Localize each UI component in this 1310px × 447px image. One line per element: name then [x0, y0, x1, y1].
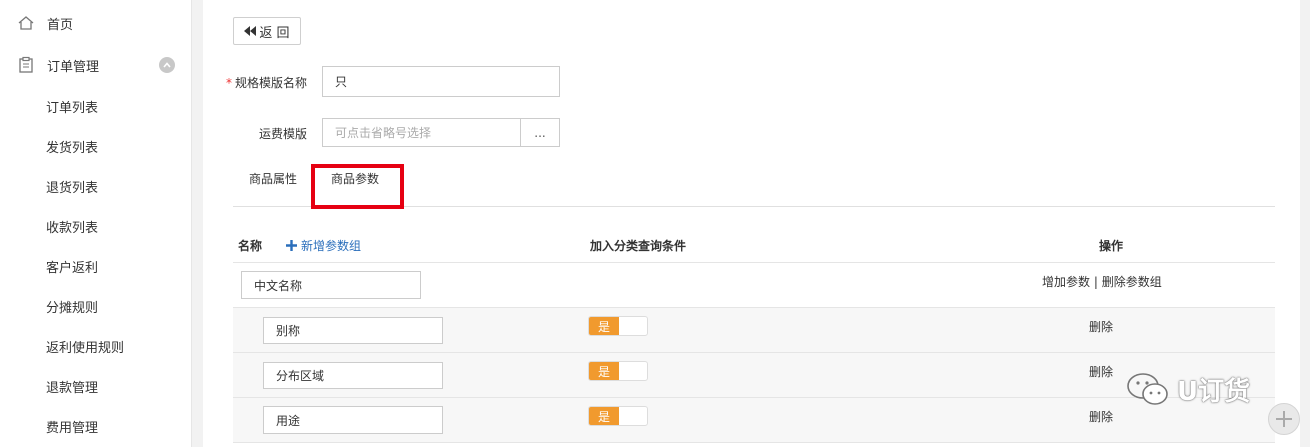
- param-name-input[interactable]: 分布区域: [263, 362, 443, 389]
- shipping-template-picker-button[interactable]: ...: [520, 118, 560, 147]
- row-divider: [233, 442, 1275, 443]
- add-param-group-button[interactable]: 新增参数组: [286, 237, 361, 254]
- chevron-up-icon[interactable]: [159, 57, 175, 73]
- floating-plus-button[interactable]: [1268, 403, 1300, 435]
- sidebar-sub-item[interactable]: 收款列表: [46, 217, 98, 236]
- query-condition-toggle[interactable]: 是: [588, 361, 648, 381]
- sidebar-item-label: 首页: [47, 17, 74, 33]
- spec-template-name-input[interactable]: 只: [322, 66, 560, 97]
- home-icon: [18, 16, 34, 30]
- sidebar: 首页 订单管理 订单列表 发货列表 退货列表 收款列表 客户返利 分摊规则 返利…: [0, 0, 192, 447]
- sidebar-item-home[interactable]: 首页: [0, 3, 191, 43]
- sidebar-sub-item[interactable]: 发货列表: [46, 137, 98, 156]
- spec-template-name-label: * 规格模版名称: [226, 76, 308, 90]
- sidebar-item-label: 订单管理: [47, 59, 100, 75]
- sidebar-item-order-mgmt[interactable]: 订单管理: [0, 45, 191, 85]
- plus-icon: [286, 240, 297, 251]
- watermark: U订货: [1125, 370, 1250, 408]
- sidebar-sub-item[interactable]: 费用管理: [46, 417, 98, 436]
- plus-circle-icon: [1276, 411, 1292, 427]
- delete-group-link[interactable]: 删除参数组: [1102, 275, 1162, 289]
- param-name-input[interactable]: 别称: [263, 317, 443, 344]
- clipboard-icon: [19, 56, 33, 73]
- watermark-text: U订货: [1177, 376, 1251, 407]
- delete-param-link[interactable]: 删除: [1089, 318, 1113, 335]
- query-condition-toggle[interactable]: 是: [588, 316, 648, 336]
- sidebar-sub-item[interactable]: 返利使用规则: [46, 337, 124, 356]
- sidebar-sub-item[interactable]: 订单列表: [46, 97, 98, 116]
- col-header-query-condition: 加入分类查询条件: [590, 239, 687, 253]
- group-operations: 增加参数 | 删除参数组: [1042, 275, 1162, 289]
- sidebar-sub-item[interactable]: 分摊规则: [46, 297, 98, 316]
- query-condition-toggle[interactable]: 是: [588, 406, 648, 426]
- col-header-name: 名称: [238, 239, 263, 253]
- col-header-operations: 操作: [1099, 239, 1124, 253]
- wechat-icon: [1127, 373, 1168, 405]
- shipping-template-label: 运费模版: [259, 127, 308, 141]
- back-button-label: 返 回: [259, 25, 290, 41]
- param-name-input[interactable]: 用途: [263, 406, 443, 434]
- tab-product-attributes[interactable]: 商品属性: [249, 170, 297, 187]
- group-name-input[interactable]: 中文名称: [241, 271, 421, 299]
- required-mark: *: [226, 76, 232, 90]
- highlight-box: [311, 164, 404, 209]
- add-param-link[interactable]: 增加参数: [1042, 275, 1090, 289]
- back-button[interactable]: 返 回: [233, 17, 301, 45]
- row-divider: [233, 262, 1275, 263]
- double-left-arrow-icon: [244, 26, 257, 36]
- scrollbar[interactable]: [1302, 0, 1310, 447]
- sidebar-sub-item[interactable]: 退货列表: [46, 177, 98, 196]
- sidebar-sub-item[interactable]: 客户返利: [46, 257, 98, 276]
- delete-param-link[interactable]: 删除: [1089, 363, 1113, 380]
- shipping-template-input[interactable]: 可点击省略号选择: [322, 118, 521, 147]
- delete-param-link[interactable]: 删除: [1089, 408, 1113, 425]
- sidebar-sub-item[interactable]: 退款管理: [46, 377, 98, 396]
